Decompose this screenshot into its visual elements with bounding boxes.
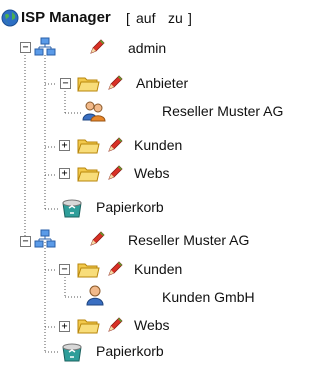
tree-item-webs[interactable]: Webs: [134, 315, 170, 335]
reseller-toggle[interactable]: −: [20, 236, 31, 247]
tree-item-papierkorb[interactable]: Papierkorb: [96, 197, 164, 217]
kunden-toggle[interactable]: +: [59, 140, 70, 151]
tree-item-anbieter[interactable]: Anbieter: [136, 73, 188, 93]
recycle-bin-icon: [62, 199, 82, 218]
pencil-edit-icon[interactable]: [88, 38, 106, 56]
pencil-edit-icon[interactable]: [88, 230, 106, 248]
tree-item-kunden-gmbh[interactable]: Kunden GmbH: [162, 287, 255, 307]
page-title: ISP Manager: [21, 9, 111, 26]
collapse-all-link[interactable]: zu: [168, 8, 183, 28]
network-icon: [34, 37, 56, 56]
globe-icon: [1, 9, 19, 27]
webs-toggle[interactable]: +: [59, 168, 70, 179]
links-open-bracket: [: [126, 10, 130, 26]
anbieter-toggle[interactable]: −: [60, 78, 71, 89]
folder-icon: [77, 139, 100, 154]
tree-item-reseller[interactable]: Reseller Muster AG: [128, 230, 249, 250]
user-group-icon: [82, 101, 106, 122]
user-icon: [86, 285, 104, 306]
tree-item-webs[interactable]: Webs: [134, 163, 170, 183]
pencil-edit-icon[interactable]: [106, 136, 124, 154]
folder-icon: [77, 319, 100, 334]
pencil-edit-icon[interactable]: [106, 316, 124, 334]
webs-toggle[interactable]: +: [59, 321, 70, 332]
tree-item-admin[interactable]: admin: [128, 38, 166, 58]
links-close-bracket: ]: [188, 10, 192, 26]
pencil-edit-icon[interactable]: [106, 164, 124, 182]
expand-all-link[interactable]: auf: [136, 8, 155, 28]
tree-item-kunden[interactable]: Kunden: [134, 135, 182, 155]
tree-item-kunden[interactable]: Kunden: [134, 259, 182, 279]
admin-toggle[interactable]: −: [20, 42, 31, 53]
folder-icon: [77, 263, 100, 278]
folder-icon: [77, 167, 100, 182]
recycle-bin-icon: [62, 343, 82, 362]
kunden-toggle[interactable]: −: [59, 264, 70, 275]
pencil-edit-icon[interactable]: [106, 74, 124, 92]
network-icon: [34, 229, 56, 248]
tree-item-reseller-user[interactable]: Reseller Muster AG: [162, 101, 283, 121]
tree-item-papierkorb[interactable]: Papierkorb: [96, 341, 164, 361]
pencil-edit-icon[interactable]: [106, 260, 124, 278]
folder-icon: [77, 77, 100, 92]
